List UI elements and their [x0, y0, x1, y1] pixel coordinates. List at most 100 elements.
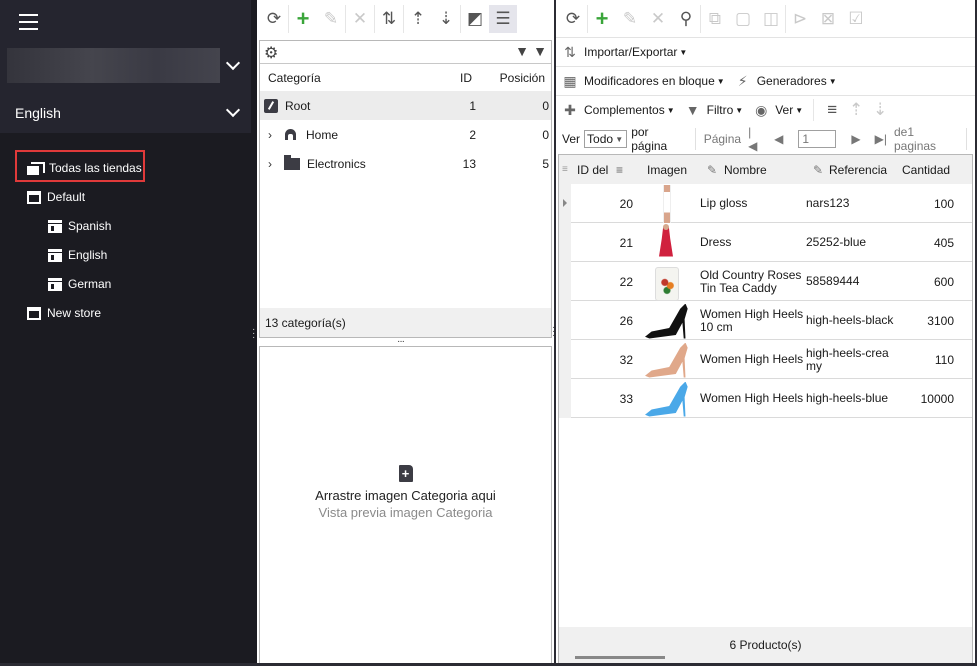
expand-chevron-icon[interactable]: ›	[268, 128, 278, 142]
product-name[interactable]: Lip gloss	[700, 184, 805, 223]
product-grid-header: ≡ ID del ≡ Imagen ✎ Nombre ✎ Referencia …	[559, 155, 972, 184]
product-row[interactable]: 22 Old Country Roses Tin Tea Caddy 58589…	[559, 262, 972, 301]
tree-item-default[interactable]: Default	[27, 186, 85, 208]
view-menu[interactable]: ◉ Ver ▼	[753, 102, 803, 119]
column-header-image[interactable]: Imagen	[647, 163, 687, 177]
language-selector[interactable]: English	[15, 105, 61, 121]
filter-list-icon[interactable]: ☰	[489, 5, 517, 33]
category-row-home[interactable]: › Home 2 0	[260, 120, 551, 149]
product-panel: ⟳ + ✎ ✕ ⚲ ⧉ ▢ ◫ ⊳ ⊠ ☑ ⇅ Importar/Exporta…	[556, 0, 975, 666]
panel-splitter-grip-icon[interactable]: · · ·	[552, 323, 555, 341]
product-toolbar: ⟳ + ✎ ✕ ⚲ ⧉ ▢ ◫ ⊳ ⊠ ☑	[556, 0, 975, 38]
menu-icon[interactable]	[19, 14, 39, 31]
sort-az-icon[interactable]: ≡	[820, 96, 844, 124]
column-header-id[interactable]: ID del	[577, 163, 608, 177]
clear-filter-icon[interactable]: ▼	[533, 43, 547, 59]
import-export-icon[interactable]: ⇅	[375, 5, 403, 33]
store-selector[interactable]	[7, 48, 220, 83]
add-icon[interactable]: +	[588, 5, 616, 33]
product-reference[interactable]: high-heels-blue	[806, 379, 896, 418]
product-reference[interactable]: nars123	[806, 184, 896, 223]
product-quantity: 110	[934, 352, 954, 367]
category-image-dropzone[interactable]: + Arrastre imagen Categoria aqui Vista p…	[259, 346, 552, 666]
product-quantity: 10000	[920, 391, 954, 406]
move-to-category-icon[interactable]: ⊳	[786, 5, 814, 33]
product-reference[interactable]: high-heels-black	[806, 301, 896, 340]
generators-menu[interactable]: ⚡ Generadores ▼	[735, 73, 837, 90]
apply-filter-icon[interactable]: ▼	[515, 43, 529, 59]
edit-icon[interactable]: ✎	[317, 5, 345, 33]
tree-item-all-stores[interactable]: Todas las tiendas	[27, 157, 142, 179]
addons-label: Complementos	[584, 103, 665, 117]
row-indicator	[559, 379, 571, 418]
tree-item-label: Default	[47, 190, 86, 204]
horizontal-splitter-grip-icon[interactable]: ···	[397, 337, 405, 347]
bulk-modifiers-menu[interactable]: ▦ Modificadores en bloque ▼	[562, 73, 724, 90]
column-header-reference[interactable]: Referencia	[829, 163, 887, 177]
product-row[interactable]: 20 Lip gloss nars123 100	[559, 184, 972, 223]
addons-menu[interactable]: ✚ Complementos ▼	[562, 102, 675, 119]
store-selector-chevron-down-icon[interactable]	[225, 55, 241, 71]
category-id: 2	[469, 127, 476, 142]
product-reference[interactable]: 58589444	[806, 262, 896, 301]
last-page-icon[interactable]: ▶|	[875, 132, 887, 146]
refresh-icon[interactable]: ⟳	[260, 5, 288, 33]
product-reference[interactable]: high-heels-creamy	[806, 340, 896, 379]
category-row-root[interactable]: Root 1 0	[260, 91, 551, 120]
language-chevron-down-icon[interactable]	[225, 102, 241, 118]
assign-category-icon[interactable]: ☑	[842, 5, 870, 33]
tree-item-english[interactable]: English	[48, 244, 107, 266]
import-export-menu[interactable]: ⇅ Importar/Exportar ▼	[562, 44, 687, 61]
delete-icon[interactable]: ✕	[346, 5, 374, 33]
product-id: 21	[619, 235, 633, 250]
column-header-name[interactable]: Nombre	[724, 163, 767, 177]
move-down-icon[interactable]: ⇣	[432, 5, 460, 33]
horizontal-scrollbar[interactable]	[575, 656, 665, 659]
product-reference[interactable]: 25252-blue	[806, 223, 896, 262]
gear-icon[interactable]: ⚙	[264, 43, 278, 63]
column-header-position[interactable]: Posición	[500, 71, 545, 85]
column-header-category[interactable]: Categoría	[268, 71, 321, 85]
product-name[interactable]: Dress	[700, 223, 805, 262]
column-header-id[interactable]: ID	[460, 71, 472, 85]
dropzone-subtitle: Vista previa imagen Categoria	[318, 505, 493, 520]
filter-menu[interactable]: ▼ Filtro ▼	[685, 102, 744, 118]
product-name[interactable]: Women High Heels 10 cm	[700, 301, 805, 340]
product-row[interactable]: 21 Dress 25252-blue 405	[559, 223, 972, 262]
copy-icon[interactable]: ⧉	[701, 5, 729, 33]
product-name[interactable]: Women High Heels	[700, 340, 805, 379]
move-up-icon[interactable]: ⇡	[404, 5, 432, 33]
column-header-quantity[interactable]: Cantidad	[902, 163, 950, 177]
product-quantity: 100	[933, 196, 954, 211]
import-export-icon: ⇅	[564, 43, 576, 60]
category-name: Electronics	[307, 156, 366, 171]
search-icon[interactable]: ⚲	[672, 5, 700, 33]
paste-icon[interactable]: ▢	[729, 5, 757, 33]
expand-chevron-icon[interactable]: ›	[268, 157, 278, 171]
move-up-icon[interactable]: ⇡	[844, 96, 868, 124]
product-name[interactable]: Women High Heels	[700, 379, 805, 418]
category-row-electronics[interactable]: › Electronics 13 5	[260, 149, 551, 178]
product-row[interactable]: 33 Women High Heels high-heels-blue 1000…	[559, 379, 972, 418]
duplicate-icon[interactable]: ◫	[757, 5, 785, 33]
next-page-icon[interactable]: ▶	[851, 132, 860, 146]
tree-item-german[interactable]: German	[48, 273, 111, 295]
page-number-input[interactable]	[798, 130, 837, 148]
prev-page-icon[interactable]: ◀	[774, 132, 783, 146]
first-page-icon[interactable]: |◀	[748, 125, 760, 153]
tree-item-spanish[interactable]: Spanish	[48, 215, 111, 237]
tree-item-new-store[interactable]: New store	[27, 302, 101, 324]
add-icon[interactable]: +	[289, 5, 317, 33]
product-row[interactable]: 26 Women High Heels 10 cm high-heels-bla…	[559, 301, 972, 340]
refresh-icon[interactable]: ⟳	[559, 5, 587, 33]
edit-icon[interactable]: ✎	[616, 5, 644, 33]
per-page-select[interactable]: Todo ▼	[584, 130, 628, 148]
move-down-icon[interactable]: ⇣	[868, 96, 892, 124]
product-name[interactable]: Old Country Roses Tin Tea Caddy	[700, 262, 805, 301]
delete-icon[interactable]: ✕	[644, 5, 672, 33]
column-chooser-icon[interactable]: ≡	[562, 164, 568, 175]
remove-from-category-icon[interactable]: ⊠	[814, 5, 842, 33]
import-export-label: Importar/Exportar	[584, 45, 678, 59]
expand-collapse-icon[interactable]: ◩	[461, 5, 489, 33]
product-row[interactable]: 32 Women High Heels high-heels-creamy 11…	[559, 340, 972, 379]
